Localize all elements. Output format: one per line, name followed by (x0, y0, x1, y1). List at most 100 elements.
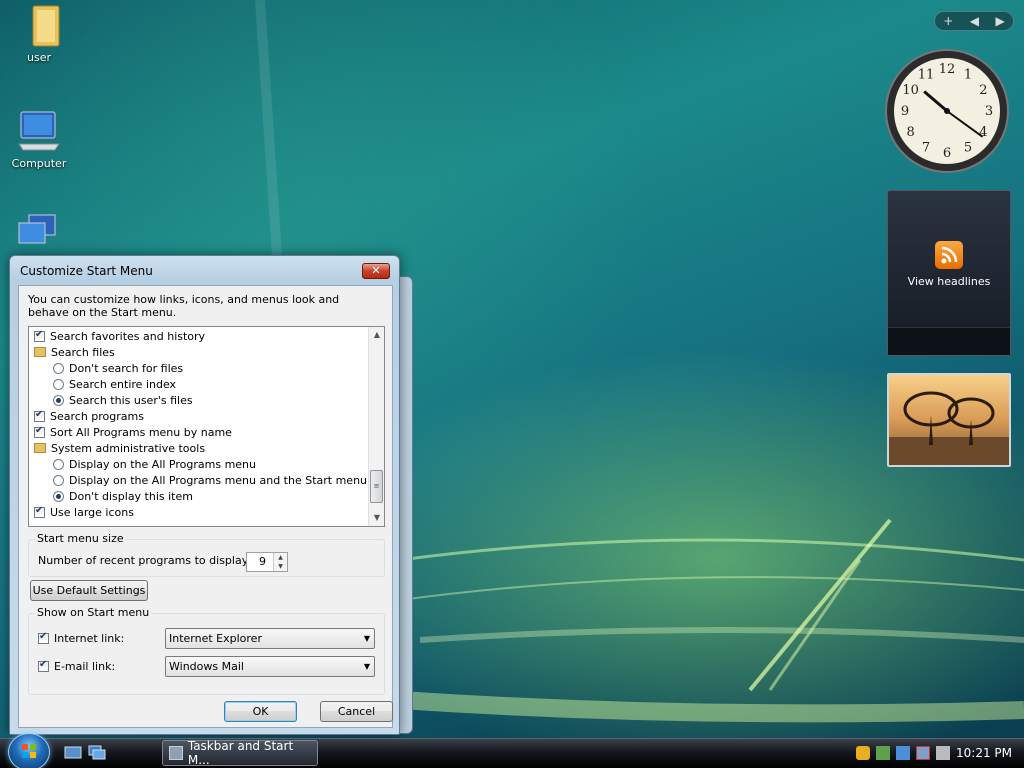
list-item-label: Search this user's files (69, 393, 193, 407)
sidebar-controls: + ◀ ▶ (934, 11, 1014, 31)
clock-number: 5 (964, 140, 972, 155)
close-button[interactable]: ✕ (362, 263, 390, 279)
cancel-button[interactable]: Cancel (320, 701, 393, 722)
view-headlines-label: View headlines (907, 275, 991, 288)
list-item-label: Don't search for files (69, 361, 184, 375)
scroll-down-icon[interactable]: ▼ (369, 510, 384, 526)
list-item-label: Search entire index (69, 377, 177, 391)
feed-gadget-footer (888, 327, 1010, 355)
list-item-label: Use large icons (50, 505, 134, 519)
email-link-checkbox[interactable] (38, 659, 49, 672)
clock-number: 10 (902, 83, 919, 98)
desktop-icon-label: Computer (11, 157, 67, 170)
taskbar-clock[interactable]: 10:21 PM (956, 746, 1012, 760)
taskbar-item-label: Taskbar and Start M... (187, 739, 294, 767)
volume-icon[interactable] (936, 746, 950, 760)
desktop-icon-computer[interactable]: Computer (0, 110, 78, 170)
clock-number: 6 (943, 146, 951, 161)
internet-link-row: Internet link: (38, 630, 124, 646)
slideshow-photo-trees (889, 391, 1009, 465)
network-status-icon[interactable] (916, 746, 930, 760)
list-item[interactable]: Use large icons (34, 504, 134, 520)
clock-number: 7 (922, 140, 930, 155)
clock-number: 2 (979, 83, 987, 98)
security-shield-icon[interactable] (856, 746, 870, 760)
use-default-settings-button[interactable]: Use Default Settings (30, 580, 148, 601)
desktop-icon-network[interactable] (0, 213, 78, 260)
slideshow-gadget[interactable] (887, 373, 1011, 467)
rss-feed-icon (935, 241, 963, 269)
recent-programs-spinner[interactable]: 9 ▲ ▼ (246, 552, 288, 572)
dialog-title: Customize Start Menu (20, 264, 153, 278)
show-on-start-menu-group: Show on Start menu Internet link: Intern… (28, 606, 385, 695)
options-list[interactable]: Search favorites and history Search files… (28, 326, 385, 527)
list-item-label: Don't display this item (69, 489, 193, 503)
email-link-label: E-mail link: (54, 659, 116, 673)
option-radio[interactable] (53, 362, 64, 374)
list-scrollbar[interactable]: ▲ ≡ ▼ (368, 327, 384, 526)
list-item[interactable]: Search programs (34, 408, 144, 424)
email-link-dropdown[interactable]: Windows Mail ▼ (165, 656, 375, 677)
list-item-label: Search files (51, 345, 115, 359)
option-checkbox[interactable] (34, 425, 45, 438)
option-checkbox[interactable] (34, 329, 45, 342)
list-item[interactable]: Search favorites and history (34, 328, 205, 344)
customize-start-menu-dialog: Customize Start Menu ✕ You can customize… (9, 255, 400, 735)
clock-number: 12 (939, 62, 956, 77)
spin-down-icon[interactable]: ▼ (273, 562, 287, 571)
computer-icon (15, 110, 63, 154)
add-gadget-button[interactable]: + (943, 14, 953, 28)
option-radio[interactable] (53, 490, 64, 502)
option-radio[interactable] (53, 458, 64, 470)
option-radio[interactable] (53, 378, 64, 390)
scroll-thumb[interactable]: ≡ (370, 470, 383, 503)
ok-button[interactable]: OK (224, 701, 297, 722)
system-tray: 10:21 PM (856, 740, 1024, 766)
option-radio[interactable] (53, 474, 64, 486)
list-item[interactable]: Search entire index (53, 376, 176, 392)
list-item[interactable]: Search this user's files (53, 392, 193, 408)
clock-number: 8 (906, 125, 914, 140)
next-gadgets-button[interactable]: ▶ (996, 14, 1005, 28)
internet-link-dropdown[interactable]: Internet Explorer ▼ (165, 628, 375, 649)
internet-link-checkbox[interactable] (38, 631, 49, 644)
list-item[interactable]: Don't search for files (53, 360, 183, 376)
clock-number: 3 (985, 104, 993, 119)
windows-defender-icon[interactable] (876, 746, 890, 760)
scroll-up-icon[interactable]: ▲ (369, 327, 384, 343)
list-item-label: Search programs (50, 409, 144, 423)
dialog-client-area: You can customize how links, icons, and … (18, 285, 393, 728)
list-item[interactable]: Don't display this item (53, 488, 193, 504)
windows-logo-icon (22, 744, 36, 758)
desktop-icon-label: user (27, 51, 51, 64)
dropdown-arrow-icon: ▼ (363, 662, 370, 671)
list-item[interactable]: Display on the All Programs menu and the… (53, 472, 367, 488)
show-desktop-icon[interactable] (64, 745, 82, 761)
email-link-row: E-mail link: (38, 658, 115, 674)
folder-icon (34, 443, 46, 453)
option-radio[interactable] (53, 394, 64, 406)
list-item[interactable]: Display on the All Programs menu (53, 456, 256, 472)
taskbar-item-customize[interactable]: Taskbar and Start M... (162, 739, 318, 767)
desktop-icon-user[interactable]: user (0, 4, 78, 64)
switch-windows-icon[interactable] (88, 745, 106, 761)
feed-headlines-gadget[interactable]: View headlines (887, 190, 1011, 356)
clock-number: 11 (918, 68, 935, 83)
clock-number: 4 (979, 125, 987, 140)
previous-gadgets-button[interactable]: ◀ (970, 14, 979, 28)
list-item[interactable]: Sort All Programs menu by name (34, 424, 232, 440)
option-checkbox[interactable] (34, 409, 45, 422)
internet-link-value: Internet Explorer (169, 632, 262, 645)
option-checkbox[interactable] (34, 505, 45, 518)
clock-number: 1 (964, 68, 972, 83)
updates-icon[interactable] (896, 746, 910, 760)
start-menu-size-group: Start menu size Number of recent program… (28, 532, 385, 577)
list-item: Search files (34, 344, 115, 360)
start-button[interactable] (8, 733, 50, 768)
taskbar-item-icon (169, 746, 183, 760)
spin-up-icon[interactable]: ▲ (273, 553, 287, 562)
clock-gadget[interactable]: 12 12 3 45678 9 1011 (884, 48, 1010, 174)
list-item: System administrative tools (34, 440, 205, 456)
show-on-start-menu-title: Show on Start menu (35, 606, 152, 619)
list-item-label: System administrative tools (51, 441, 206, 455)
